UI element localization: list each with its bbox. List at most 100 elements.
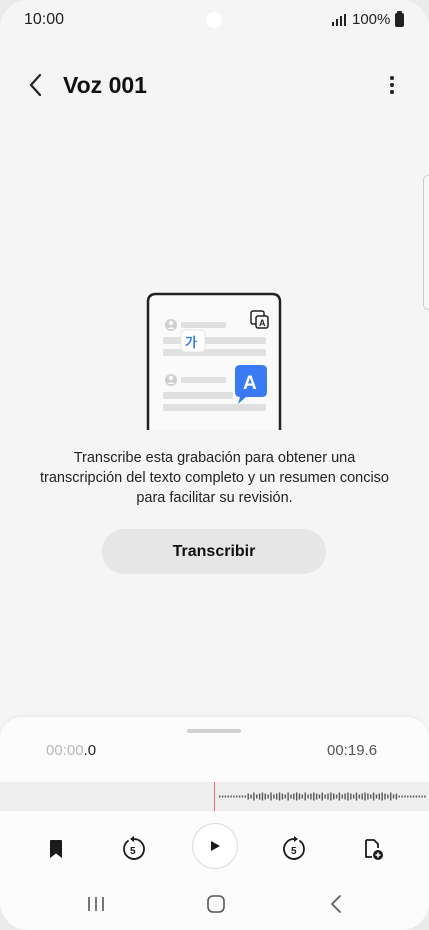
waveform-bar — [341, 794, 343, 799]
waveform-bar — [324, 794, 326, 799]
waveform-bar — [401, 795, 403, 798]
waveform-scrubber[interactable] — [0, 782, 429, 811]
waveform-bar — [370, 794, 372, 799]
svg-text:A: A — [259, 318, 266, 328]
waveform-bar — [384, 793, 386, 800]
rewind-5-button[interactable]: 5 — [112, 827, 156, 871]
waveform-bar — [387, 794, 389, 799]
waveform-bar — [298, 793, 301, 800]
front-camera — [206, 12, 222, 28]
add-note-button[interactable] — [351, 827, 395, 871]
waveform-bar — [293, 793, 295, 800]
waveform-bar — [276, 793, 278, 800]
waveform-bar — [352, 794, 355, 799]
waveform-bar — [404, 795, 406, 798]
play-button[interactable] — [192, 823, 238, 869]
waveform-bar — [344, 793, 346, 800]
waveform-bar — [321, 792, 323, 801]
waveform-bar — [307, 794, 309, 799]
waveform-bar — [338, 792, 341, 801]
more-options-button[interactable] — [380, 70, 404, 100]
waveform-bar — [335, 794, 338, 799]
waveform-bar — [315, 793, 318, 800]
waveform-bar — [273, 794, 275, 799]
svg-text:A: A — [243, 373, 257, 394]
waveform-bar — [304, 792, 306, 801]
waveform-bar — [350, 793, 352, 800]
elapsed-time: 00:00.0 — [46, 742, 97, 759]
transcription-illustration: A 가 A — [68, 292, 354, 430]
waveform-bar — [424, 795, 426, 798]
back-button[interactable] — [22, 70, 52, 100]
back-nav-icon — [331, 895, 341, 913]
battery-icon — [395, 11, 404, 27]
waveform-bar — [381, 792, 383, 801]
waveform-bar — [227, 795, 229, 798]
svg-text:5: 5 — [130, 846, 136, 857]
korean-bubble-icon: 가 — [180, 329, 206, 353]
waveform-bar — [409, 795, 412, 798]
transcribe-button[interactable]: Transcribir — [102, 529, 326, 574]
waveform-bar — [221, 795, 224, 798]
playhead[interactable] — [214, 782, 215, 811]
player-panel: 00:00.0 00:19.6 5 5 — [0, 717, 429, 930]
home-icon — [207, 895, 225, 913]
waveform-bar — [261, 792, 264, 801]
waveform-bar — [375, 794, 378, 799]
waveform-bar — [287, 792, 289, 801]
waveform-bar — [284, 794, 286, 799]
waveform-bar — [258, 793, 261, 800]
bookmark-button[interactable] — [34, 827, 78, 871]
sound-wave-left-icon — [68, 345, 132, 389]
waveform-bar — [224, 795, 227, 798]
forward-5-button[interactable]: 5 — [272, 827, 316, 871]
waveform-bar — [256, 794, 258, 799]
waveform-bar — [290, 794, 292, 799]
waveform-bar — [390, 792, 392, 801]
waveform-bar — [392, 794, 395, 799]
chevron-left-icon — [29, 73, 42, 97]
waveform-bar — [278, 792, 281, 801]
play-icon — [210, 840, 220, 851]
waveform-bar — [281, 793, 284, 800]
waveform-bar — [219, 795, 221, 798]
waveform-bar — [355, 792, 358, 801]
bookmark-icon — [50, 840, 62, 858]
waveform-bar — [236, 795, 238, 798]
waveform-bar — [267, 794, 269, 799]
waveform-bar — [310, 793, 312, 800]
waveform-bar — [415, 795, 418, 798]
svg-text:5: 5 — [291, 846, 297, 857]
waveform-bar — [412, 795, 415, 798]
waveform-bar — [398, 795, 400, 798]
waveform-bar — [250, 794, 252, 799]
waveform-bar — [253, 792, 255, 801]
waveform-bar — [295, 792, 298, 801]
waveform-bar — [418, 795, 420, 798]
signal-icon — [332, 14, 346, 26]
waveform-bar — [313, 792, 315, 801]
status-time: 10:00 — [24, 11, 65, 28]
edge-panel-handle[interactable] — [423, 175, 429, 310]
waveform-bar — [378, 793, 380, 800]
forward-5-icon: 5 — [283, 836, 305, 860]
waveform-bar — [372, 792, 375, 801]
waveform-bar — [241, 795, 244, 798]
waveform-bar — [230, 795, 232, 798]
home-button[interactable] — [193, 889, 237, 919]
recents-button[interactable] — [74, 889, 118, 919]
waveform-bar — [407, 795, 409, 798]
waveform-bar — [367, 793, 369, 800]
voice-recorder-screen: 10:00 100% Voz 001 A 가 A Transcribe esta… — [0, 0, 429, 930]
battery-percent: 100% — [352, 11, 391, 28]
more-vertical-icon — [390, 76, 394, 80]
back-nav-button[interactable] — [314, 889, 358, 919]
waveform-bar — [330, 792, 332, 801]
transcribe-description: Transcribe esta grabación para obtener u… — [40, 450, 389, 506]
panel-drag-handle[interactable] — [187, 729, 241, 733]
waveform-bar — [264, 793, 266, 800]
waveform-bar — [270, 792, 272, 801]
waveform-bar — [347, 792, 349, 801]
waveform-bar — [327, 793, 329, 800]
add-note-icon — [365, 839, 383, 860]
